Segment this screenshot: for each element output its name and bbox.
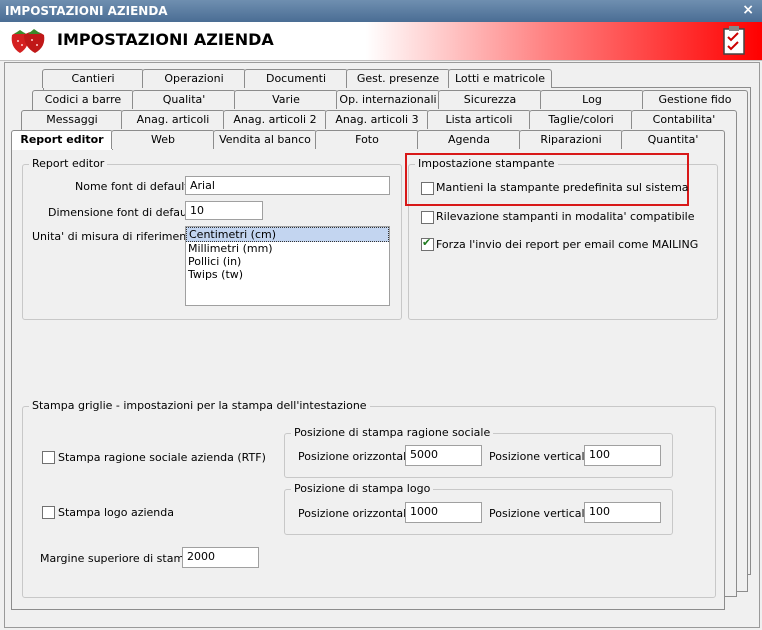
grid-print-legend: Stampa griglie - impostazioni per la sta… bbox=[29, 399, 370, 412]
logo-horiz-field[interactable]: 1000 bbox=[405, 502, 482, 523]
tab-varie[interactable]: Varie bbox=[234, 90, 338, 109]
print-company-name-checkbox[interactable] bbox=[42, 451, 55, 464]
keep-default-printer-checkbox[interactable] bbox=[421, 182, 434, 195]
strawberry-icon bbox=[11, 29, 45, 53]
tab-quantita[interactable]: Quantita' bbox=[621, 130, 725, 149]
header-banner: IMPOSTAZIONI AZIENDA bbox=[0, 22, 762, 61]
tab-report-editor[interactable]: Report editor bbox=[11, 130, 113, 150]
tab-sicurezza[interactable]: Sicurezza bbox=[438, 90, 542, 109]
unit-option-cm[interactable]: Centimetri (cm) bbox=[186, 227, 389, 242]
highlight-box bbox=[405, 153, 689, 206]
name-vert-field[interactable]: 100 bbox=[584, 445, 661, 466]
font-field[interactable]: Arial bbox=[185, 176, 390, 195]
close-icon[interactable]: × bbox=[742, 2, 754, 18]
force-mailing-label: Forza l'invio dei report per email come … bbox=[436, 238, 699, 251]
company-name-position-legend: Posizione di stampa ragione sociale bbox=[291, 426, 494, 439]
tab-codici-barre[interactable]: Codici a barre bbox=[32, 90, 134, 109]
tab-anag-articoli[interactable]: Anag. articoli bbox=[121, 110, 225, 129]
logo-vert-label: Posizione verticale bbox=[489, 507, 592, 520]
tab-log[interactable]: Log bbox=[540, 90, 644, 109]
margin-label: Margine superiore di stampa bbox=[40, 552, 198, 565]
tab-vendita-banco[interactable]: Vendita al banco bbox=[213, 130, 317, 149]
tab-foto[interactable]: Foto bbox=[315, 130, 419, 149]
name-horiz-label: Posizione orizzontale bbox=[298, 450, 413, 463]
tab-web[interactable]: Web bbox=[111, 130, 215, 149]
print-company-name-label: Stampa ragione sociale azienda (RTF) bbox=[58, 451, 266, 464]
banner-title: IMPOSTAZIONI AZIENDA bbox=[57, 30, 274, 49]
window-title: IMPOSTAZIONI AZIENDA bbox=[5, 4, 168, 18]
tab-documenti[interactable]: Documenti bbox=[244, 69, 348, 88]
unit-listbox[interactable]: Centimetri (cm) Millimetri (mm) Pollici … bbox=[185, 226, 390, 306]
keep-default-printer-label: Mantieni la stampante predefinita sul si… bbox=[436, 181, 689, 194]
tab-gestione-fido[interactable]: Gestione fido bbox=[642, 90, 748, 109]
title-bar: IMPOSTAZIONI AZIENDA × bbox=[0, 0, 762, 22]
checklist-icon bbox=[723, 26, 745, 55]
tab-lotti-matricole[interactable]: Lotti e matricole bbox=[448, 69, 552, 88]
tab-riparazioni[interactable]: Riparazioni bbox=[519, 130, 623, 149]
tab-gest-presenze[interactable]: Gest. presenze bbox=[346, 69, 450, 88]
unit-label: Unita' di misura di riferimento : bbox=[32, 230, 205, 243]
size-label: Dimensione font di default : bbox=[48, 206, 202, 219]
name-vert-label: Posizione verticale bbox=[489, 450, 592, 463]
print-logo-checkbox[interactable] bbox=[42, 506, 55, 519]
name-horiz-field[interactable]: 5000 bbox=[405, 445, 482, 466]
report-editor-legend: Report editor bbox=[29, 157, 108, 170]
compat-printer-label: Rilevazione stampanti in modalita' compa… bbox=[436, 210, 695, 223]
compat-printer-checkbox[interactable] bbox=[421, 211, 434, 224]
tab-agenda[interactable]: Agenda bbox=[417, 130, 521, 149]
tab-taglie-colori[interactable]: Taglie/colori bbox=[529, 110, 633, 129]
font-label: Nome font di default : bbox=[75, 180, 196, 193]
tab-operazioni[interactable]: Operazioni bbox=[142, 69, 246, 88]
tab-anag-articoli-3[interactable]: Anag. articoli 3 bbox=[325, 110, 429, 129]
unit-option-mm[interactable]: Millimetri (mm) bbox=[186, 242, 389, 255]
tab-qualita[interactable]: Qualita' bbox=[132, 90, 236, 109]
tab-contabilita[interactable]: Contabilita' bbox=[631, 110, 737, 129]
tab-lista-articoli[interactable]: Lista articoli bbox=[427, 110, 531, 129]
print-logo-label: Stampa logo azienda bbox=[58, 506, 174, 519]
unit-option-in[interactable]: Pollici (in) bbox=[186, 255, 389, 268]
logo-position-legend: Posizione di stampa logo bbox=[291, 482, 434, 495]
tab-op-internazionali[interactable]: Op. internazionali bbox=[336, 90, 440, 109]
tab-anag-articoli-2[interactable]: Anag. articoli 2 bbox=[223, 110, 327, 129]
unit-option-tw[interactable]: Twips (tw) bbox=[186, 268, 389, 281]
tab-messaggi[interactable]: Messaggi bbox=[21, 110, 123, 129]
margin-field[interactable]: 2000 bbox=[182, 547, 259, 568]
logo-vert-field[interactable]: 100 bbox=[584, 502, 661, 523]
tab-cantieri[interactable]: Cantieri bbox=[42, 69, 144, 88]
force-mailing-checkbox[interactable] bbox=[421, 236, 434, 251]
size-field[interactable]: 10 bbox=[185, 201, 263, 220]
logo-horiz-label: Posizione orizzontale bbox=[298, 507, 413, 520]
